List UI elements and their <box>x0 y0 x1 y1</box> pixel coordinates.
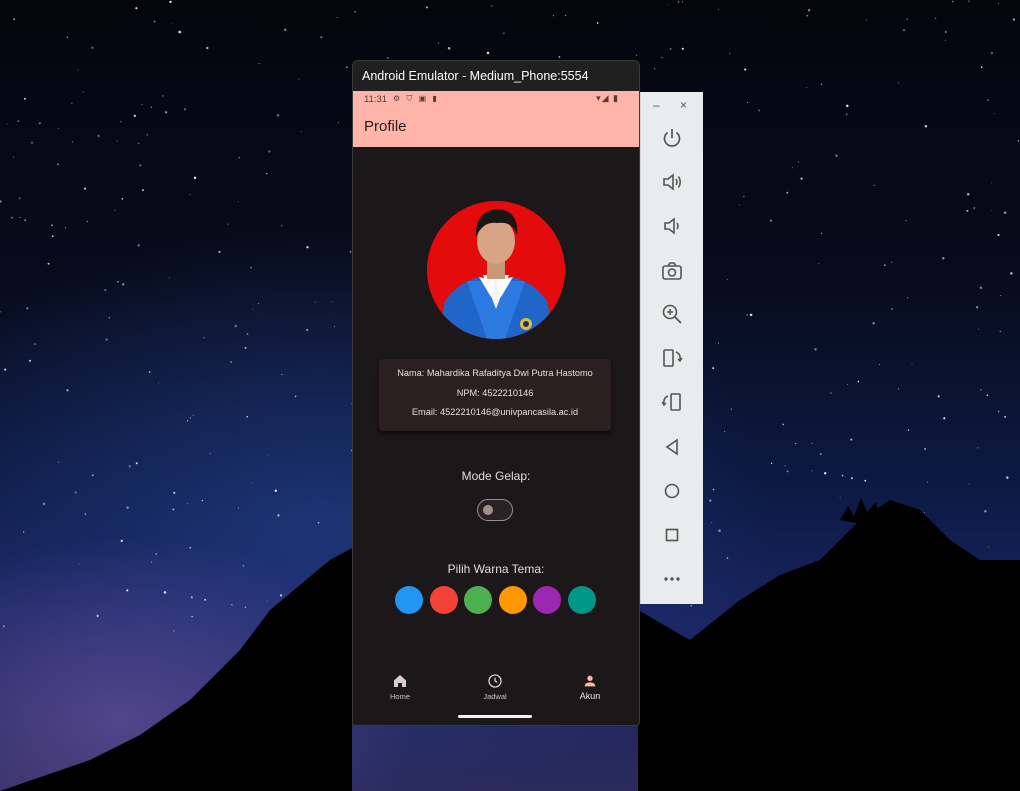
zoom-icon[interactable] <box>660 302 684 326</box>
app-bar: Profile <box>353 109 639 147</box>
clock-icon <box>488 674 502 688</box>
nav-jadwal[interactable]: Jadwal <box>465 673 525 701</box>
dark-mode-switch[interactable] <box>477 499 513 521</box>
home-icon <box>394 675 406 687</box>
back-icon[interactable] <box>660 435 684 459</box>
theme-color-picker <box>395 586 597 614</box>
nav-akun[interactable]: Akun <box>560 673 620 701</box>
page-title: Profile <box>364 118 407 135</box>
person-icon <box>584 675 596 687</box>
home-icon[interactable] <box>660 479 684 503</box>
emulator-title: Android Emulator - Medium_Phone:5554 <box>353 61 639 91</box>
emulator-side-toolbar: – × <box>640 92 703 604</box>
status-time: 11:31 <box>364 94 388 105</box>
camera-icon[interactable] <box>660 259 684 283</box>
theme-color-blue[interactable] <box>395 586 423 614</box>
rotate-right-icon[interactable] <box>660 390 684 414</box>
theme-color-green[interactable] <box>464 586 492 614</box>
theme-color-orange[interactable] <box>499 586 527 614</box>
nav-akun-label: Akun <box>579 691 601 701</box>
notification-icons: ⚙ ⛉ ▣ ▮ <box>393 94 439 103</box>
phone-screen[interactable]: 11:31 ⚙ ⛉ ▣ ▮ ▾◢ ▮ Profile Nama: Mahardi… <box>353 91 639 725</box>
power-icon[interactable] <box>660 126 684 150</box>
theme-color-red[interactable] <box>430 586 458 614</box>
profile-info-card: Nama: Mahardika Rafaditya Dwi Putra Hast… <box>379 359 611 431</box>
theme-color-purple[interactable] <box>533 586 561 614</box>
status-bar: 11:31 ⚙ ⛉ ▣ ▮ ▾◢ ▮ <box>353 91 639 109</box>
gesture-handle[interactable] <box>458 715 532 718</box>
signal-battery-icons: ▾◢ ▮ <box>596 93 619 103</box>
profile-name: Nama: Mahardika Rafaditya Dwi Putra Hast… <box>397 368 593 378</box>
minimize-button[interactable]: – <box>653 98 660 112</box>
more-icon[interactable] <box>660 567 684 591</box>
dark-mode-label: Mode Gelap: <box>461 469 531 483</box>
rotate-left-icon[interactable] <box>660 346 684 370</box>
theme-color-label: Pilih Warna Tema: <box>447 562 545 576</box>
nav-home-label: Home <box>389 692 410 701</box>
volume-down-icon[interactable] <box>660 214 684 238</box>
emulator-window: Android Emulator - Medium_Phone:5554 11:… <box>352 60 640 726</box>
theme-color-teal[interactable] <box>568 586 596 614</box>
avatar-photo-illustration <box>427 201 565 339</box>
overview-icon[interactable] <box>660 523 684 547</box>
nav-home[interactable]: Home <box>370 673 430 701</box>
profile-avatar <box>427 201 565 339</box>
profile-npm: NPM: 4522210146 <box>456 388 534 398</box>
profile-email: Email: 4522210146@univpancasila.ac.id <box>411 407 579 417</box>
volume-up-icon[interactable] <box>660 170 684 194</box>
switch-knob <box>483 505 493 515</box>
close-button[interactable]: × <box>680 98 687 112</box>
nav-jadwal-label: Jadwal <box>483 692 507 701</box>
